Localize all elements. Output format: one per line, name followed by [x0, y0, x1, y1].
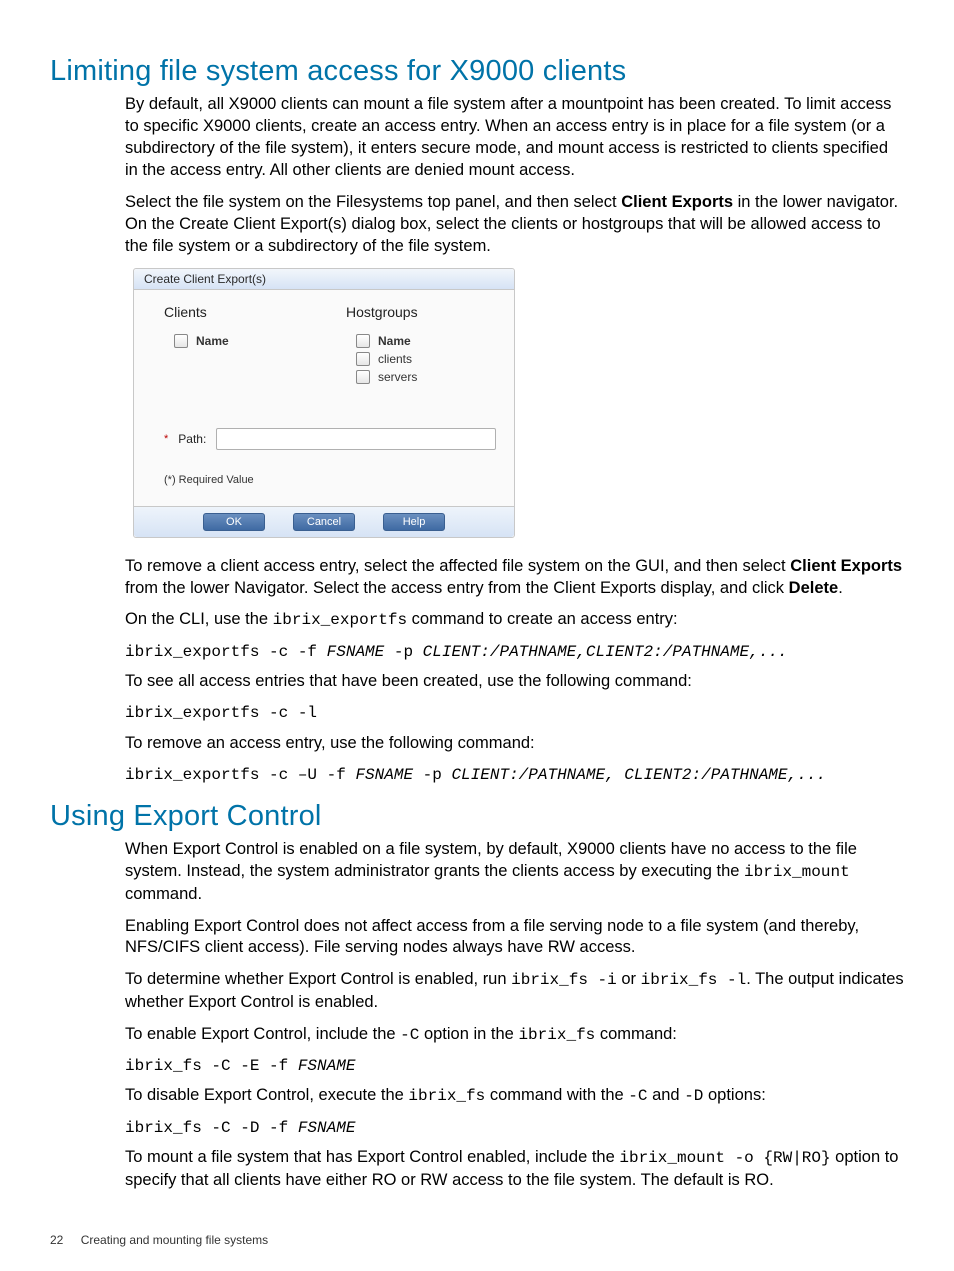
- bold-delete: Delete: [789, 579, 839, 597]
- text: To remove a client access entry, select …: [125, 557, 790, 575]
- text: On the CLI, use the: [125, 610, 273, 628]
- bold-client-exports: Client Exports: [790, 557, 902, 575]
- text: options:: [703, 1086, 765, 1104]
- command-line: ibrix_exportfs -c –U -f FSNAME -p CLIENT…: [125, 765, 904, 787]
- text: .: [838, 579, 843, 597]
- text: To enable Export Control, include the: [125, 1025, 400, 1043]
- inline-code: ibrix_fs -i: [511, 971, 617, 989]
- para: To mount a file system that has Export C…: [125, 1147, 904, 1191]
- text: To mount a file system that has Export C…: [125, 1148, 619, 1166]
- checkbox-icon[interactable]: [174, 334, 188, 348]
- inline-code: ibrix_fs: [408, 1087, 485, 1105]
- command-line: ibrix_fs -C -D -f FSNAME: [125, 1118, 904, 1140]
- text: command.: [125, 885, 202, 903]
- chapter-title: Creating and mounting file systems: [81, 1233, 268, 1247]
- para: To see all access entries that have been…: [125, 671, 904, 693]
- checkbox-icon[interactable]: [356, 370, 370, 384]
- inline-code: ibrix_exportfs: [273, 611, 407, 629]
- bold-client-exports: Client Exports: [621, 193, 733, 211]
- hostgroup-row-clients[interactable]: clients: [356, 352, 496, 366]
- clients-name-header[interactable]: Name: [174, 334, 314, 348]
- code-arg: CLIENT:/PATHNAME, CLIENT2:/PATHNAME,...: [451, 766, 825, 784]
- command-line: ibrix_exportfs -c -f FSNAME -p CLIENT:/P…: [125, 642, 904, 664]
- page-number: 22: [50, 1233, 63, 1247]
- para: When Export Control is enabled on a file…: [125, 839, 904, 905]
- para: To disable Export Control, execute the i…: [125, 1085, 904, 1107]
- para: To remove an access entry, use the follo…: [125, 733, 904, 755]
- hostgroup-row-servers[interactable]: servers: [356, 370, 496, 384]
- clients-label: Clients: [164, 304, 314, 320]
- text: or: [617, 970, 641, 988]
- inline-code: -C: [400, 1026, 419, 1044]
- hostgroups-label: Hostgroups: [346, 304, 496, 320]
- text: command:: [595, 1025, 677, 1043]
- inline-code: ibrix_mount: [744, 863, 850, 881]
- path-label: Path:: [178, 432, 206, 446]
- text: command with the: [485, 1086, 628, 1104]
- para: To enable Export Control, include the -C…: [125, 1024, 904, 1046]
- checkbox-icon[interactable]: [356, 334, 370, 348]
- code: -p: [384, 643, 422, 661]
- page-footer: 22 Creating and mounting file systems: [50, 1233, 268, 1247]
- code-arg: FSNAME: [298, 1119, 356, 1137]
- ok-button[interactable]: OK: [203, 513, 265, 531]
- para: By default, all X9000 clients can mount …: [125, 94, 904, 182]
- inline-code: ibrix_fs: [518, 1026, 595, 1044]
- heading-using-export-control: Using Export Control: [50, 800, 904, 833]
- text: To disable Export Control, execute the: [125, 1086, 408, 1104]
- clients-column: Clients Name: [164, 304, 314, 388]
- code: ibrix_fs -C -E -f: [125, 1057, 298, 1075]
- hostgroups-column: Hostgroups Name clients servers: [346, 304, 496, 388]
- required-asterisk-icon: *: [164, 433, 168, 445]
- required-value-note: (*) Required Value: [164, 474, 496, 486]
- para: Enabling Export Control does not affect …: [125, 916, 904, 960]
- para: To remove a client access entry, select …: [125, 556, 904, 600]
- code: ibrix_exportfs -c –U -f: [125, 766, 355, 784]
- para: To determine whether Export Control is e…: [125, 969, 904, 1013]
- hostgroups-name-header[interactable]: Name: [356, 334, 496, 348]
- para: On the CLI, use the ibrix_exportfs comma…: [125, 609, 904, 631]
- command-line: ibrix_exportfs -c -l: [125, 703, 904, 725]
- text: option in the: [419, 1025, 518, 1043]
- text: To determine whether Export Control is e…: [125, 970, 511, 988]
- para: Select the file system on the Filesystem…: [125, 192, 904, 258]
- code-arg: FSNAME: [327, 643, 385, 661]
- code-arg: FSNAME: [355, 766, 413, 784]
- code: -p: [413, 766, 451, 784]
- heading-limiting: Limiting file system access for X9000 cl…: [50, 55, 904, 88]
- inline-code: ibrix_fs -l: [641, 971, 747, 989]
- column-header-name: Name: [378, 334, 411, 348]
- path-input[interactable]: [216, 428, 496, 450]
- text: from the lower Navigator. Select the acc…: [125, 579, 789, 597]
- text: command to create an access entry:: [407, 610, 678, 628]
- dialog-title: Create Client Export(s): [134, 269, 514, 290]
- command-line: ibrix_fs -C -E -f FSNAME: [125, 1056, 904, 1078]
- code: ibrix_fs -C -D -f: [125, 1119, 298, 1137]
- text: Select the file system on the Filesystem…: [125, 193, 621, 211]
- hostgroup-name: clients: [378, 352, 412, 366]
- create-client-exports-dialog: Create Client Export(s) Clients Name Hos…: [133, 268, 515, 538]
- cancel-button[interactable]: Cancel: [293, 513, 355, 531]
- column-header-name: Name: [196, 334, 229, 348]
- help-button[interactable]: Help: [383, 513, 445, 531]
- hostgroup-name: servers: [378, 370, 417, 384]
- checkbox-icon[interactable]: [356, 352, 370, 366]
- code-arg: CLIENT:/PATHNAME,CLIENT2:/PATHNAME,...: [423, 643, 788, 661]
- code: ibrix_exportfs -c -f: [125, 643, 327, 661]
- inline-code: ibrix_mount -o {RW|RO}: [619, 1149, 830, 1167]
- text: and: [648, 1086, 685, 1104]
- inline-code: -C: [628, 1087, 647, 1105]
- inline-code: -D: [684, 1087, 703, 1105]
- code-arg: FSNAME: [298, 1057, 356, 1075]
